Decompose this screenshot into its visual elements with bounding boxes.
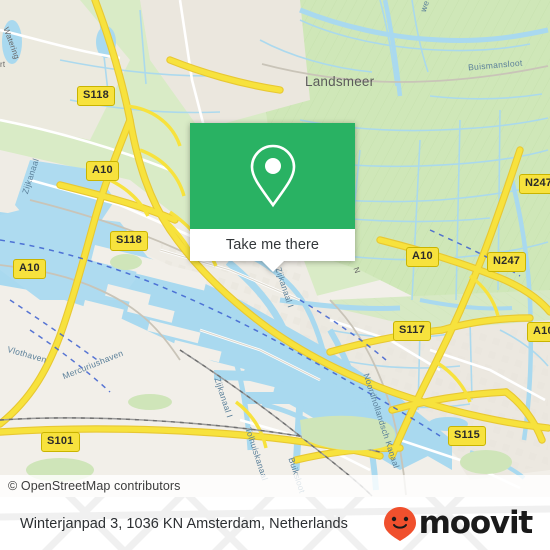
road-shield-s118: S118: [110, 231, 148, 251]
map-screenshot: Landsmeer Buismansloot we Gouw Zijkanaal…: [0, 0, 550, 550]
moovit-logo[interactable]: moovit: [383, 505, 534, 542]
road-shield-a10: A10: [527, 322, 550, 342]
road-shield-s117: S117: [393, 321, 431, 341]
callout-header: [190, 123, 355, 229]
take-me-there-label: Take me there: [225, 237, 320, 253]
road-shield-a10: A10: [86, 161, 119, 181]
road-shield-s101: S101: [41, 432, 80, 452]
callout-footer[interactable]: Take me there: [190, 229, 355, 261]
map-pin-icon: [250, 144, 295, 208]
road-shield-s118: S118: [77, 86, 115, 106]
road-shield-n247: N247: [519, 174, 550, 194]
road-shield-s115: S115: [448, 426, 486, 446]
moovit-wordmark: moovit: [418, 505, 534, 541]
map-canvas[interactable]: Landsmeer Buismansloot we Gouw Zijkanaal…: [0, 0, 550, 497]
road-shield-n247: N247: [487, 252, 527, 272]
road-shield-a10: A10: [13, 259, 46, 279]
location-callout[interactable]: Take me there: [190, 123, 355, 272]
footer-bar: Winterjanpad 3, 1036 KN Amsterdam, Nethe…: [0, 497, 550, 550]
map-attribution: © OpenStreetMap contributors: [0, 475, 550, 497]
callout-tail-icon: [262, 261, 284, 272]
road-shield-a10: A10: [406, 247, 439, 267]
address-text: Winterjanpad 3, 1036 KN Amsterdam, Nethe…: [20, 515, 348, 532]
moovit-pin-icon: [383, 506, 416, 541]
